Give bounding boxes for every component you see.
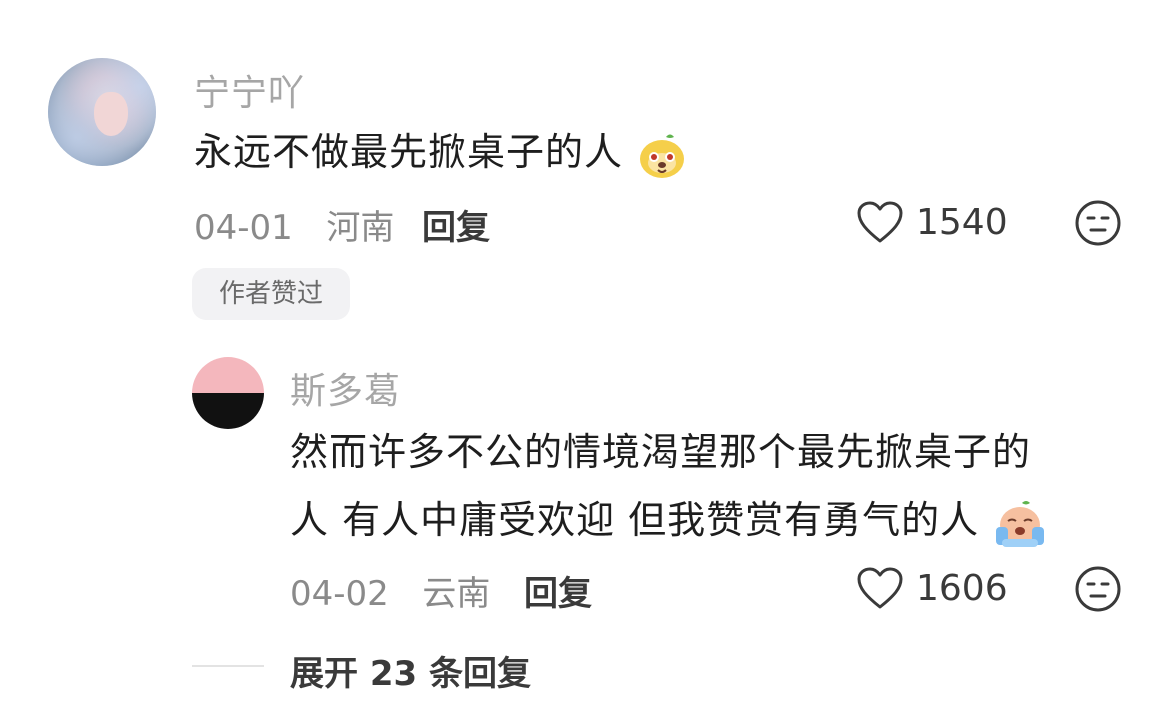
comment-meta: 04-01 河南 [194, 200, 394, 249]
comment-username[interactable]: 宁宁吖 [194, 64, 305, 116]
reply-text-line2-content: 人 有人中庸受欢迎 但我赞赏有勇气的人 [290, 498, 980, 542]
expand-replies-button[interactable]: 展开 23 条回复 [290, 646, 531, 695]
reply-date: 04-02 [290, 574, 389, 614]
divider-line [192, 665, 264, 667]
avatar[interactable] [48, 58, 156, 166]
reply-text-line1: 然而许多不公的情境渴望那个最先掀桌子的 [290, 430, 1032, 474]
reply-location: 云南 [422, 574, 491, 614]
comment-text: 永远不做最先掀桌子的人 [194, 124, 688, 181]
heart-icon[interactable] [856, 566, 904, 610]
comment-text-content: 永远不做最先掀桌子的人 [194, 130, 624, 174]
reply-button[interactable]: 回复 [422, 200, 490, 249]
author-liked-badge: 作者赞过 [192, 268, 350, 320]
reply-text-line2: 人 有人中庸受欢迎 但我赞赏有勇气的人 [290, 492, 1048, 549]
reply-like-count: 1606 [916, 568, 1008, 609]
reply-reply-button[interactable]: 回复 [524, 566, 592, 615]
comment-location: 河南 [326, 208, 395, 248]
crying-emoji-icon [996, 500, 1045, 547]
reply-meta: 04-02 云南 [290, 566, 490, 615]
reply-avatar[interactable] [192, 357, 264, 429]
reply-username[interactable]: 斯多葛 [290, 362, 401, 414]
dog-emoji-icon [640, 134, 685, 178]
emoji-reaction-icon[interactable] [1074, 565, 1122, 613]
emoji-reaction-icon[interactable] [1074, 199, 1122, 247]
like-count: 1540 [916, 202, 1008, 243]
heart-icon[interactable] [856, 200, 904, 244]
comment-date: 04-01 [194, 208, 293, 248]
